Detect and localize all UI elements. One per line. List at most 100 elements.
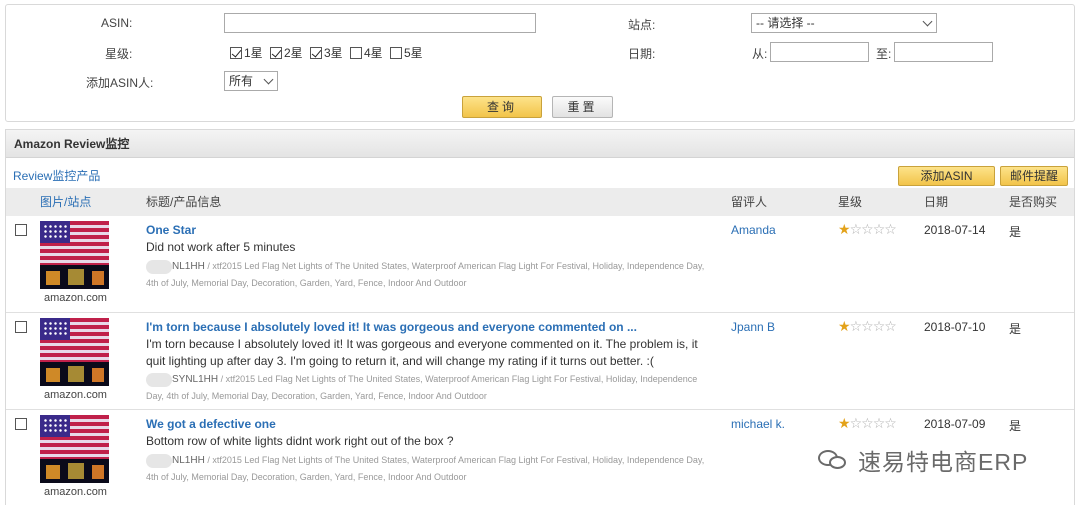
asin-fragment: SYNL1HH	[172, 374, 219, 385]
review-title[interactable]: We got a defective one	[146, 417, 276, 431]
star-icon: ☆	[861, 415, 874, 431]
star-icon: ☆	[849, 318, 863, 334]
product-thumbnail[interactable]	[40, 221, 109, 289]
tab-review-monitor-products[interactable]: Review监控产品	[13, 167, 100, 184]
site-label: amazon.com	[44, 389, 107, 401]
star-filter-1[interactable]: 1星	[230, 44, 263, 61]
chevron-down-icon	[922, 16, 933, 27]
review-body: I'm torn because I absolutely loved it! …	[146, 337, 698, 368]
add-asin-button[interactable]: 添加ASIN	[898, 166, 995, 186]
watermark-text: 速易特电商ERP	[858, 449, 1029, 475]
table-header: 图片/站点 标题/产品信息 留评人 星级 日期 是否购买	[6, 188, 1074, 216]
reviewer-link[interactable]: michael k.	[731, 417, 785, 431]
site-select-value: -- 请选择 --	[756, 16, 815, 30]
email-alert-button[interactable]: 邮件提醒	[1000, 166, 1068, 186]
adder-label: 添加ASIN人:	[86, 76, 154, 90]
product-title: / xtf2015 Led Flag Net Lights of The Uni…	[146, 374, 698, 401]
star-icon: ☆	[884, 415, 897, 431]
star-rating: ★☆☆☆☆	[838, 318, 897, 334]
site-label: amazon.com	[44, 486, 107, 498]
star-icon: ☆	[872, 318, 886, 334]
site-select[interactable]: -- 请选择 --	[751, 13, 937, 33]
star-filter-label: 3星	[324, 46, 343, 60]
star-icon: ★	[838, 415, 851, 431]
product-title: / xtf2015 Led Flag Net Lights of The Uni…	[146, 261, 705, 288]
col-reviewer: 留评人	[731, 195, 768, 209]
asin-fragment: NL1HH	[172, 261, 205, 272]
chevron-down-icon	[263, 74, 274, 85]
star-icon: ☆	[849, 221, 863, 237]
product-title: / xtf2015 Led Flag Net Lights of The Uni…	[146, 455, 705, 482]
star-rating: ★☆☆☆☆	[838, 221, 897, 237]
review-title[interactable]: One Star	[146, 223, 196, 237]
star-icon: ☆	[849, 415, 863, 431]
adder-select[interactable]: 所有	[224, 71, 278, 91]
star-icon: ★	[838, 221, 851, 237]
site-label: amazon.com	[44, 292, 107, 304]
col-title-product: 标题/产品信息	[146, 195, 222, 209]
purchased-flag: 是	[1009, 225, 1022, 239]
row-checkbox[interactable]	[15, 321, 27, 333]
star-label: 星级:	[105, 47, 133, 61]
star-filter-label: 5星	[404, 46, 423, 60]
star-filter-5[interactable]: 5星	[390, 44, 423, 61]
star-filter-3[interactable]: 3星	[310, 44, 343, 61]
review-date: 2018-07-14	[924, 223, 986, 237]
star-icon: ☆	[861, 221, 874, 237]
reviewer-link[interactable]: Amanda	[731, 223, 776, 237]
star-icon: ☆	[884, 221, 897, 237]
site-label: 站点:	[628, 18, 656, 32]
date-from-label: 从:	[752, 47, 768, 61]
review-title[interactable]: I'm torn because I absolutely loved it! …	[146, 320, 637, 334]
product-info: NL1HH / xtf2015 Led Flag Net Lights of T…	[146, 258, 706, 291]
star-filter-4[interactable]: 4星	[350, 44, 383, 61]
redacted-mark	[146, 372, 172, 387]
col-purchased: 是否购买	[1009, 195, 1058, 209]
reset-button[interactable]: 重置	[552, 96, 613, 118]
product-info: NL1HH / xtf2015 Led Flag Net Lights of T…	[146, 452, 706, 485]
col-date: 日期	[924, 195, 949, 209]
watermark: 速易特电商ERP	[818, 443, 1028, 477]
table-row: amazon.com One Star Did not work after 5…	[6, 216, 1074, 313]
asin-input[interactable]	[224, 13, 536, 33]
checkbox[interactable]	[350, 46, 362, 59]
query-button[interactable]: 查询	[462, 96, 542, 118]
row-checkbox[interactable]	[15, 418, 27, 430]
col-rating: 星级	[838, 195, 863, 209]
purchased-flag: 是	[1009, 419, 1022, 433]
date-label: 日期:	[628, 47, 656, 61]
date-to-input[interactable]	[894, 42, 993, 62]
col-image-site[interactable]: 图片/站点	[40, 188, 91, 216]
asin-label: ASIN:	[101, 16, 133, 30]
star-icon: ☆	[861, 318, 874, 334]
review-body: Did not work after 5 minutes	[146, 240, 296, 254]
row-checkbox[interactable]	[15, 224, 27, 236]
redacted-mark	[146, 453, 172, 468]
table-row: amazon.com I'm torn because I absolutely…	[6, 313, 1074, 410]
checkbox[interactable]	[390, 46, 402, 59]
redacted-mark	[146, 259, 172, 274]
star-icon: ☆	[872, 415, 886, 431]
star-icon: ☆	[884, 318, 897, 334]
star-filter-label: 4星	[364, 46, 383, 60]
date-from-input[interactable]	[770, 42, 869, 62]
star-icon: ★	[838, 318, 851, 334]
product-thumbnail[interactable]	[40, 415, 109, 483]
star-rating: ★☆☆☆☆	[838, 415, 897, 431]
adder-select-value: 所有	[229, 74, 254, 88]
review-date: 2018-07-09	[924, 417, 986, 431]
asin-fragment: NL1HH	[172, 455, 205, 466]
wechat-icon	[818, 448, 848, 472]
checkbox[interactable]	[310, 46, 322, 59]
toolbar: Review监控产品 添加ASIN 邮件提醒	[6, 158, 1074, 188]
panel-title: Amazon Review监控	[6, 130, 1074, 158]
reviewer-link[interactable]: Jpann B	[731, 320, 775, 334]
star-filter-label: 1星	[244, 46, 263, 60]
checkbox[interactable]	[270, 46, 282, 59]
product-thumbnail[interactable]	[40, 318, 109, 386]
product-info: SYNL1HH / xtf2015 Led Flag Net Lights of…	[146, 371, 706, 404]
review-body: Bottom row of white lights didnt work ri…	[146, 434, 454, 448]
star-filter-2[interactable]: 2星	[270, 44, 303, 61]
purchased-flag: 是	[1009, 322, 1022, 336]
checkbox[interactable]	[230, 46, 242, 59]
